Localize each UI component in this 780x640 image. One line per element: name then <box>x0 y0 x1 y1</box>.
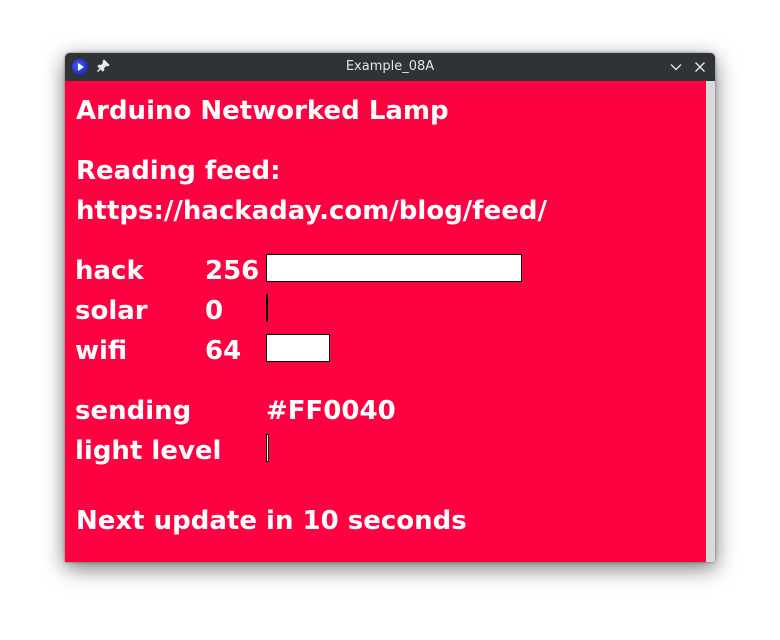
chevron-down-icon[interactable] <box>668 59 684 75</box>
count-word-solar: solar <box>75 296 148 326</box>
sketch-canvas: Arduino Networked Lamp Reading feed: htt… <box>65 81 706 562</box>
window-edge-strip <box>706 81 715 562</box>
close-icon[interactable] <box>692 59 708 75</box>
feed-url: https://hackaday.com/blog/feed/ <box>76 196 547 226</box>
heading: Arduino Networked Lamp <box>76 96 449 126</box>
count-bar-wifi <box>266 334 330 362</box>
count-value-solar: 0 <box>205 296 224 326</box>
count-bar-solar <box>266 294 268 322</box>
count-word-wifi: wifi <box>75 336 128 366</box>
count-word-hack: hack <box>75 256 144 286</box>
title-bar[interactable]: Example_08A <box>65 53 715 81</box>
sending-label: sending <box>75 396 192 426</box>
update-status: Next update in 10 seconds <box>76 506 467 536</box>
window-title: Example_08A <box>345 59 435 74</box>
count-value-hack: 256 <box>205 256 260 286</box>
light-level-bar <box>266 434 269 462</box>
count-bar-hack <box>266 254 522 282</box>
feed-label: Reading feed: <box>76 156 281 186</box>
sending-value: #FF0040 <box>266 396 396 426</box>
app-window: Example_08A Arduino Networked Lamp Readi… <box>65 53 715 562</box>
light-level-label: light level <box>75 436 222 466</box>
count-value-wifi: 64 <box>205 336 242 366</box>
